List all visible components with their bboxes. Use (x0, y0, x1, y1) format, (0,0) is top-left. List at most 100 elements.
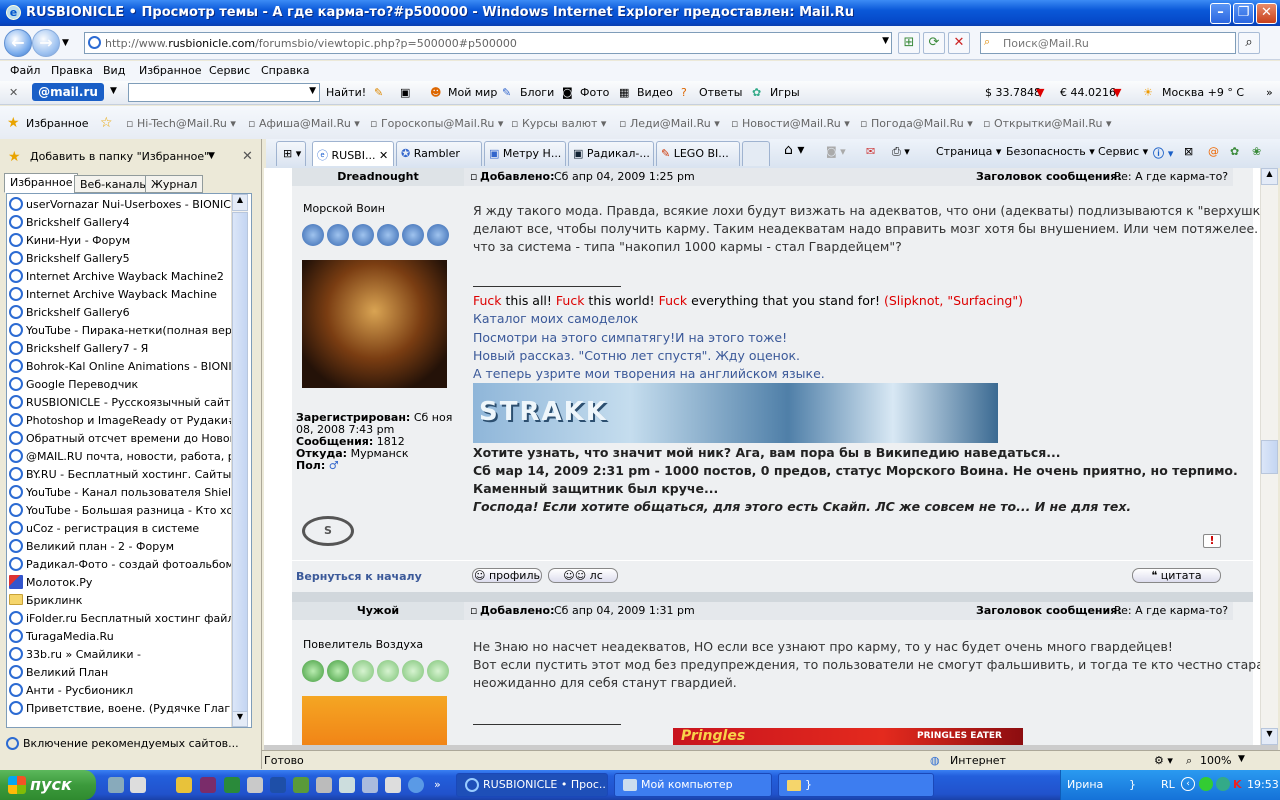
favorite-item[interactable]: Brickshelf Gallery7 - Я (9, 340, 231, 358)
excel-icon[interactable] (224, 777, 240, 793)
sig-link-catalog[interactable]: Каталог моих самоделок (473, 310, 638, 328)
history-dropdown-icon[interactable]: ▼ (62, 38, 69, 48)
scroll-down-icon[interactable]: ▼ (232, 711, 248, 727)
help-icon[interactable]: ⓘ ▾ (1153, 145, 1173, 161)
clock[interactable]: 19:53 (1247, 778, 1279, 791)
search-quicklaunch-icon[interactable] (385, 777, 401, 793)
report-icon[interactable]: ! (1203, 534, 1221, 548)
quote-button[interactable]: ❝ цитата (1132, 568, 1221, 583)
scroll-thumb[interactable] (232, 212, 248, 712)
favorite-item[interactable]: RUSBIONICLE - Русскоязычный сайт ... (9, 394, 231, 412)
mailru-search-dropdown-icon[interactable]: ▼ (309, 86, 316, 96)
toolbar-close-icon[interactable]: ✕ (9, 86, 18, 99)
sig-link-story[interactable]: Новый рассказ. "Сотню лет спустя". Жду о… (473, 347, 800, 365)
favorite-item[interactable]: Google Переводчик (9, 376, 231, 394)
favorite-item[interactable]: Обратный отсчет времени до Нового ... (9, 430, 231, 448)
menu-tools[interactable]: Сервис (209, 64, 250, 77)
favorite-item[interactable]: Молоток.Ру (9, 574, 231, 592)
scroll-up-icon[interactable]: ▲ (232, 194, 248, 211)
address-input[interactable]: http://www.rusbionicle.com/forumsbio/vie… (84, 32, 892, 54)
favorites-star-icon[interactable]: ★ (7, 115, 20, 131)
back-button[interactable]: ← (4, 29, 32, 57)
menu-view[interactable]: Вид (103, 64, 125, 77)
post-author[interactable]: Чужой (292, 602, 464, 620)
find-button[interactable]: Найти! (326, 86, 366, 99)
minimize-button[interactable]: – (1210, 3, 1231, 24)
sig-link-look[interactable]: Посмотри на этого симпатягу!И на этого т… (473, 329, 787, 347)
mail-at-icon[interactable]: @ (1208, 145, 1219, 158)
zoom-level[interactable]: 100% (1200, 754, 1231, 767)
weather-label[interactable]: Москва +9 ° С (1162, 86, 1244, 99)
suggested-sites[interactable]: Включение рекомендуемых сайтов... (6, 737, 256, 757)
tab-metru[interactable]: ▣ Метру Н... (484, 141, 566, 166)
add-favorite-icon[interactable]: ☆ (100, 115, 113, 131)
stop-icon[interactable]: ✕ (948, 32, 970, 54)
favorite-item[interactable]: Brickshelf Gallery6 (9, 304, 231, 322)
protected-mode-icon[interactable]: ⚙ ▾ (1154, 754, 1173, 767)
task-my-computer[interactable]: Мой компьютер (614, 773, 772, 797)
quicklaunch-icon[interactable] (200, 777, 216, 793)
favorite-item[interactable]: iFolder.ru Бесплатный хостинг файло... (9, 610, 231, 628)
quicklaunch-icon[interactable] (247, 777, 263, 793)
menu-edit[interactable]: Правка (51, 64, 93, 77)
word-icon[interactable] (270, 777, 286, 793)
tab-rusbionicle[interactable]: ⓔ RUSBI... ✕ (312, 141, 394, 166)
quicklaunch-icon[interactable] (108, 777, 124, 793)
add-dropdown-icon[interactable]: ▼ (208, 151, 215, 161)
quicklaunch-icon[interactable] (176, 777, 192, 793)
usd-rate[interactable]: $ 33.7848 (985, 86, 1041, 99)
fav-link-cards[interactable]: ▫ Открытки@Mail.Ru ▾ (983, 117, 1112, 130)
favorite-item[interactable]: userVornazar Nui-Userboxes - BIONICL... (9, 196, 231, 214)
new-tab-button[interactable] (742, 141, 770, 166)
scroll-thumb[interactable] (1261, 440, 1278, 474)
favorite-item[interactable]: 33b.ru » Смайлики - (9, 646, 231, 664)
pencil-icon[interactable]: ✎ (374, 86, 383, 99)
fav-link-hitech[interactable]: ▫ Hi-Tech@Mail.Ru ▾ (126, 117, 236, 130)
tab-radikal[interactable]: ▣ Радикал-... (568, 141, 654, 166)
refresh-icon[interactable]: ⟳ (923, 32, 945, 54)
tray-back-icon[interactable]: ‹ (1181, 777, 1195, 791)
quicklaunch-icon[interactable] (362, 777, 378, 793)
tab-close-icon[interactable]: ✕ (379, 149, 388, 162)
quicklaunch-icon[interactable] (130, 777, 146, 793)
tray-network-icon[interactable] (1216, 777, 1230, 791)
tray-user[interactable]: Ирина (1067, 778, 1103, 791)
favorite-item[interactable]: Приветствие, военe. (Рудячке Глагне) (9, 700, 231, 718)
ie-quicklaunch-icon[interactable] (408, 777, 424, 793)
favorite-item[interactable]: Великий План (9, 664, 231, 682)
favorite-item[interactable]: YouTube - Пирака-нетки(полная верс... (9, 322, 231, 340)
task-ie[interactable]: RUSBIONICLE • Прос... (456, 773, 608, 797)
read-mail-icon[interactable]: ✉ (866, 145, 875, 158)
mailbar-video[interactable]: Видео (637, 86, 673, 99)
search-button-icon[interactable]: ⌕ (1238, 32, 1260, 54)
favorite-item[interactable]: Internet Archive Wayback Machine (9, 286, 231, 304)
feeds-icon[interactable]: ◙ ▾ (826, 145, 846, 158)
favorite-item[interactable]: TuragaMedia.Ru (9, 628, 231, 646)
tab-history[interactable]: Журнал (145, 175, 204, 193)
mailbar-my-world[interactable]: Мой мир (448, 86, 497, 99)
add-to-favorites-button[interactable]: Добавить в папку "Избранное" (30, 150, 209, 163)
forward-button[interactable]: → (32, 29, 60, 57)
zone-label[interactable]: Интернет (950, 754, 1006, 767)
mailbar-answers[interactable]: Ответы (699, 86, 742, 99)
favorite-item[interactable]: Радикал-Фото - создай фотоальбом ... (9, 556, 231, 574)
logo-dropdown-icon[interactable]: ▼ (110, 86, 117, 96)
notes-icon[interactable]: ▣ (400, 86, 410, 99)
sidebar-close-icon[interactable]: ✕ (242, 149, 253, 164)
safety-menu[interactable]: Безопасность ▾ (1006, 145, 1095, 158)
compat-view-icon[interactable]: ⊞ (898, 32, 920, 54)
print-icon[interactable]: ⎙ ▾ (892, 145, 910, 159)
favorite-item[interactable]: Internet Archive Wayback Machine2 (9, 268, 231, 286)
favorite-item[interactable]: Photoshop и ImageReady от Рудаки#... (9, 412, 231, 430)
quicklaunch-icon[interactable] (339, 777, 355, 793)
tray-brace[interactable]: } (1129, 778, 1136, 791)
page-scrollbar[interactable]: ▲ ▼ (1260, 168, 1278, 745)
research-icon[interactable]: ⊠ (1184, 145, 1193, 158)
sidebar-scrollbar[interactable]: ▲ ▼ (231, 194, 248, 727)
tray-icq-icon[interactable] (1199, 777, 1213, 791)
back-to-top-link[interactable]: Вернуться к началу (296, 570, 422, 583)
task-folder[interactable]: } (778, 773, 934, 797)
favorite-item[interactable]: BY.RU - Бесплатный хостинг. Сайты... (9, 466, 231, 484)
favorite-item[interactable]: Анти - Русбионикл (9, 682, 231, 700)
tab-lego[interactable]: ✎ LEGO BI... (656, 141, 740, 166)
